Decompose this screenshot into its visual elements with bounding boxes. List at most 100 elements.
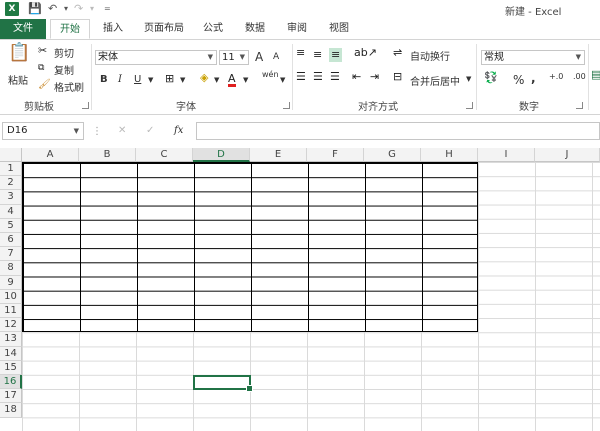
fill-dropdown-icon[interactable]: ▼ (214, 76, 219, 84)
row-header-16[interactable]: 16 (0, 375, 22, 390)
cancel-icon[interactable]: ✕ (118, 125, 126, 136)
wrap-text-icon[interactable]: ⇌ (393, 46, 402, 60)
align-bottom-icon[interactable]: ≡ (329, 48, 343, 62)
fill-color-icon[interactable]: ◈ (200, 71, 208, 85)
row-header-1[interactable]: 1 (0, 162, 22, 177)
tab-file[interactable]: 文件 (0, 19, 46, 39)
number-launcher-icon[interactable] (576, 102, 583, 109)
row-header-8[interactable]: 8 (0, 261, 22, 276)
merge-dropdown-icon[interactable]: ▼ (466, 75, 471, 83)
row-header-17[interactable]: 17 (0, 389, 22, 404)
format-painter-button[interactable]: 格式刷 (54, 79, 84, 94)
phonetic-button[interactable]: wén (262, 70, 279, 79)
bold-button[interactable]: B (100, 74, 108, 85)
row-header-18[interactable]: 18 (0, 403, 22, 418)
italic-button[interactable]: I (118, 74, 122, 85)
number-format-combo[interactable]: 常规 ▼ (481, 50, 585, 65)
merge-center-button[interactable]: 合并后居中 (410, 73, 460, 88)
row-header-5[interactable]: 5 (0, 218, 22, 233)
borders-icon[interactable]: ⊞ (165, 72, 174, 86)
undo-dropdown-icon[interactable]: ▾ (64, 2, 68, 16)
phonetic-dropdown-icon[interactable]: ▼ (280, 76, 285, 84)
column-header-a[interactable]: A (22, 148, 79, 162)
row-header-10[interactable]: 10 (0, 289, 22, 304)
save-icon[interactable]: 💾 (28, 2, 42, 16)
column-header-j[interactable]: J (535, 148, 600, 162)
align-left-icon[interactable]: ☰ (296, 70, 306, 84)
column-header-h[interactable]: H (421, 148, 478, 162)
decrease-decimal-button[interactable]: .00 (573, 72, 586, 81)
merge-center-icon[interactable]: ⊟ (393, 70, 402, 84)
undo-icon[interactable]: ↶ (48, 2, 57, 16)
underline-button[interactable]: U (134, 74, 141, 85)
tab-review[interactable]: 审阅 (280, 19, 314, 39)
align-right-icon[interactable]: ☰ (330, 70, 340, 84)
row-header-2[interactable]: 2 (0, 176, 22, 191)
row-header-11[interactable]: 11 (0, 304, 22, 319)
insert-function-button[interactable]: fx (174, 125, 183, 136)
alignment-launcher-icon[interactable] (466, 102, 473, 109)
row-header-9[interactable]: 9 (0, 275, 22, 290)
increase-indent-icon[interactable]: ⇥ (370, 70, 379, 84)
redo-dropdown-icon[interactable]: ▾ (90, 2, 94, 16)
copy-button[interactable]: 复制 (54, 62, 74, 77)
column-header-b[interactable]: B (79, 148, 136, 162)
paste-button[interactable]: 粘贴 (8, 72, 28, 87)
tab-formulas[interactable]: 公式 (196, 19, 230, 39)
wrap-text-button[interactable]: 自动换行 (410, 48, 450, 63)
font-color-icon[interactable]: A (228, 73, 236, 87)
row-header-3[interactable]: 3 (0, 190, 22, 205)
cut-icon[interactable]: ✂ (38, 44, 47, 58)
row-header-13[interactable]: 13 (0, 332, 22, 347)
row-header-12[interactable]: 12 (0, 318, 22, 333)
percent-button[interactable]: % (513, 73, 524, 87)
column-header-d[interactable]: D (193, 148, 250, 162)
align-top-icon[interactable]: ≡ (296, 46, 305, 60)
currency-icon[interactable]: 💱 (484, 71, 498, 85)
format-painter-icon[interactable]: 🖌 (38, 78, 51, 92)
paste-icon[interactable]: 📋 (8, 44, 30, 62)
underline-dropdown-icon[interactable]: ▼ (148, 76, 153, 84)
column-header-f[interactable]: F (307, 148, 364, 162)
tab-data[interactable]: 数据 (236, 19, 274, 39)
font-color-dropdown-icon[interactable]: ▼ (243, 76, 248, 84)
enter-icon[interactable]: ✓ (146, 125, 154, 136)
grow-font-button[interactable]: A (255, 50, 263, 64)
tab-view[interactable]: 视图 (320, 19, 358, 39)
font-size-combo[interactable]: 11 ▼ (219, 50, 249, 65)
column-header-i[interactable]: I (478, 148, 535, 162)
cell-area[interactable] (22, 162, 600, 431)
active-cell-d16[interactable] (193, 375, 253, 392)
borders-dropdown-icon[interactable]: ▼ (180, 76, 185, 84)
conditional-format-icon[interactable]: ▤ (591, 68, 600, 82)
orientation-icon[interactable]: ab↗ (354, 46, 377, 60)
bordered-table[interactable] (22, 162, 478, 332)
align-center-icon[interactable]: ☰ (313, 70, 323, 84)
font-name-combo[interactable]: 宋体 ▼ (95, 50, 217, 65)
column-header-g[interactable]: G (364, 148, 421, 162)
shrink-font-button[interactable]: A (273, 52, 279, 62)
redo-icon[interactable]: ↷ (74, 2, 83, 16)
customize-qat-icon[interactable]: = (104, 2, 111, 16)
name-box[interactable]: D16 ▼ (2, 122, 84, 140)
row-header-4[interactable]: 4 (0, 204, 22, 219)
row-header-6[interactable]: 6 (0, 233, 22, 248)
cut-button[interactable]: 剪切 (54, 45, 74, 60)
column-header-e[interactable]: E (250, 148, 307, 162)
row-header-7[interactable]: 7 (0, 247, 22, 262)
column-header-c[interactable]: C (136, 148, 193, 162)
clipboard-launcher-icon[interactable] (82, 102, 89, 109)
row-header-14[interactable]: 14 (0, 346, 22, 361)
decrease-indent-icon[interactable]: ⇤ (352, 70, 361, 84)
comma-button[interactable]: , (531, 71, 536, 85)
tab-insert[interactable]: 插入 (96, 19, 130, 39)
align-middle-icon[interactable]: ≡ (313, 48, 322, 62)
row-header-15[interactable]: 15 (0, 360, 22, 375)
copy-icon[interactable]: ⧉ (38, 61, 44, 75)
tab-page-layout[interactable]: 页面布局 (136, 19, 192, 39)
tab-home[interactable]: 开始 (50, 19, 90, 39)
select-all-corner[interactable] (0, 148, 22, 162)
font-launcher-icon[interactable] (283, 102, 290, 109)
formula-input[interactable] (196, 122, 600, 140)
increase-decimal-button[interactable]: +.0 (549, 72, 563, 81)
